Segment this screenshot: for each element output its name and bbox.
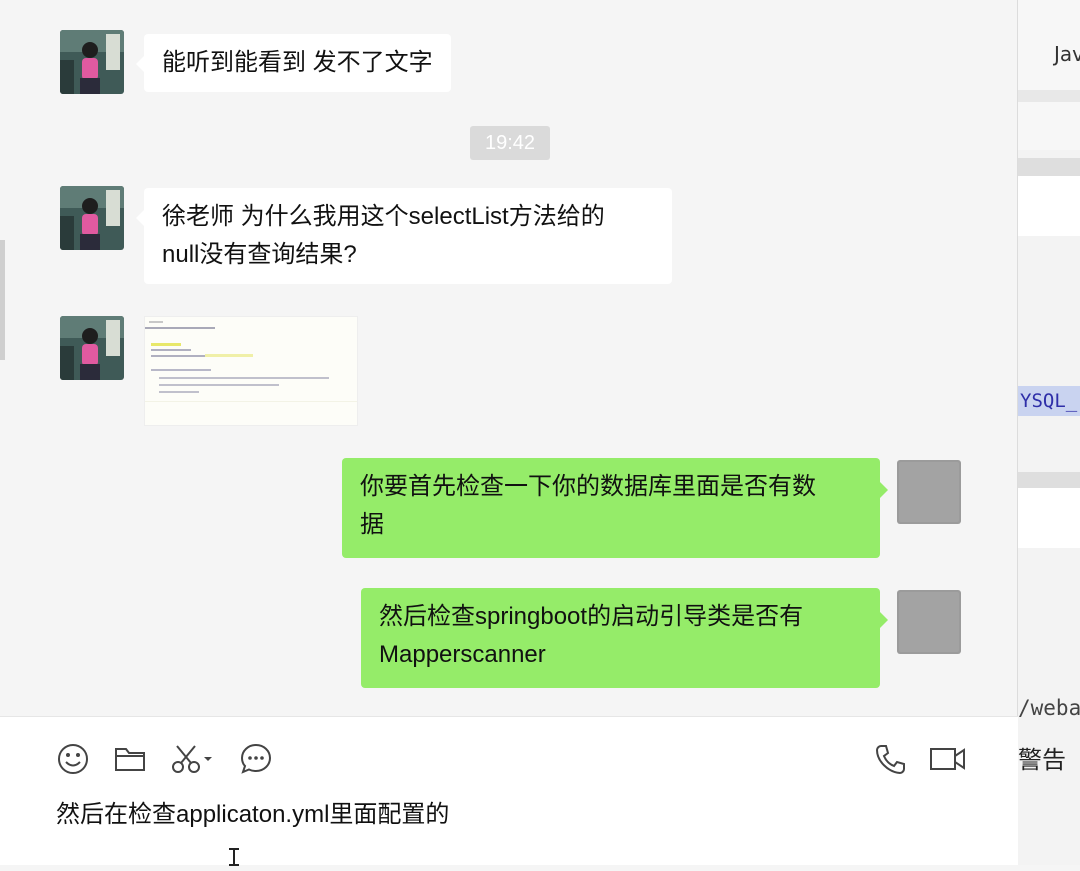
message-bubble-incoming[interactable]: 徐老师 为什么我用这个selectList方法给的 null没有查询结果? — [136, 188, 672, 284]
bg-divider — [1018, 472, 1080, 488]
message-line: 然后检查springboot的启动引导类是否有 — [379, 603, 804, 630]
bg-warning-text: 警告 — [1018, 746, 1066, 774]
emoji-icon[interactable] — [55, 741, 91, 777]
bg-code-text: /weba — [1018, 696, 1080, 720]
bg-divider — [1018, 158, 1080, 176]
bg-code-highlight: YSQL_ — [1018, 386, 1080, 416]
avatar-contact[interactable] — [60, 30, 124, 94]
chat-bubble-icon[interactable] — [238, 741, 274, 777]
message-bubble-incoming[interactable]: 能听到能看到 发不了文字 — [136, 34, 451, 92]
background-window: Jav YSQL_ /weba 警告 — [1018, 0, 1080, 865]
message-line: null没有查询结果? — [162, 241, 357, 268]
video-icon[interactable] — [928, 741, 968, 777]
chat-window: 能听到能看到 发不了文字 19:42 徐老师 为什么我用这个selectList… — [0, 0, 1018, 866]
bg-panel — [1018, 176, 1080, 236]
bg-panel — [1018, 488, 1080, 548]
bg-panel — [1018, 0, 1080, 150]
scissors-icon[interactable] — [168, 741, 218, 777]
message-line: 据 — [360, 511, 384, 538]
avatar-contact[interactable] — [60, 316, 124, 380]
message-bubble-outgoing[interactable]: 然后检查springboot的启动引导类是否有 Mapperscanner — [361, 588, 888, 688]
message-input[interactable]: 然后在检查applicaton.yml里面配置的 — [56, 794, 449, 829]
image-message-thumbnail[interactable] — [144, 316, 358, 426]
timestamp: 19:42 — [470, 126, 550, 160]
message-text: 能听到能看到 发不了文字 — [162, 49, 433, 76]
folder-icon[interactable] — [112, 741, 148, 777]
message-composer: 然后在检查applicaton.yml里面配置的 — [0, 716, 1018, 866]
message-line: Mapperscanner — [379, 641, 546, 668]
window-edge — [0, 240, 5, 360]
avatar-self[interactable] — [897, 460, 961, 524]
bg-divider — [1018, 90, 1080, 102]
phone-icon[interactable] — [872, 741, 908, 777]
avatar-contact[interactable] — [60, 186, 124, 250]
message-bubble-outgoing[interactable]: 你要首先检查一下你的数据库里面是否有数 据 — [342, 458, 888, 558]
bg-text-jav: Jav — [1054, 42, 1080, 66]
message-line: 你要首先检查一下你的数据库里面是否有数 — [360, 473, 816, 500]
text-cursor-icon — [226, 847, 242, 871]
code-screenshot-image — [145, 317, 357, 425]
message-line: 徐老师 为什么我用这个selectList方法给的 — [162, 203, 605, 230]
avatar-self[interactable] — [897, 590, 961, 654]
